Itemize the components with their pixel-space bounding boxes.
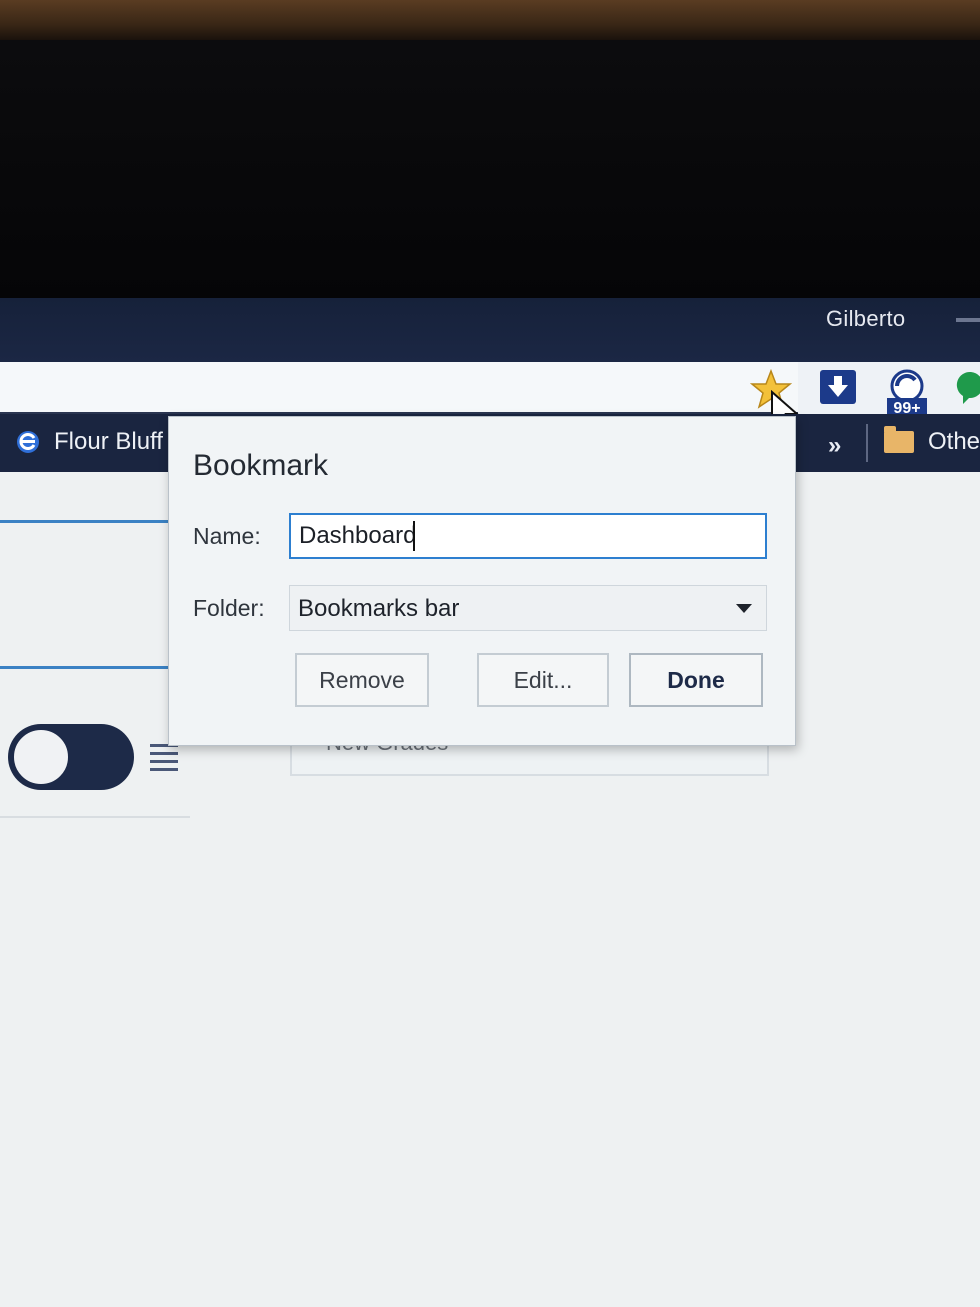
folder-select[interactable]: Bookmarks bar <box>289 585 767 631</box>
remove-button[interactable]: Remove <box>295 653 429 707</box>
toggle-knob <box>12 728 70 786</box>
done-button[interactable]: Done <box>629 653 763 707</box>
ie-icon <box>17 431 39 453</box>
bookmark-flour-bluff[interactable]: Flour Bluff <box>14 424 163 460</box>
edit-button[interactable]: Edit... <box>477 653 609 707</box>
bookmark-dialog: Bookmark Name: Folder: Bookmarks bar Rem… <box>168 416 796 746</box>
page-accent-line <box>0 520 172 523</box>
bookmarks-overflow-chevron[interactable]: » <box>828 432 841 460</box>
minimize-icon[interactable] <box>956 318 980 322</box>
title-bar: Gilberto <box>0 298 980 362</box>
folder-label: Folder: <box>193 595 265 621</box>
list-view-icon[interactable] <box>150 744 178 772</box>
folder-icon <box>884 426 914 453</box>
dialog-title: Bookmark <box>193 449 329 482</box>
name-label: Name: <box>193 523 261 549</box>
browser-window: Gilberto 99+ Flour Bluff » Othe Bookmark… <box>0 298 980 1307</box>
hangouts-icon[interactable] <box>956 370 980 404</box>
other-bookmarks-folder[interactable]: Othe <box>884 424 980 460</box>
bookmark-label: Flour Bluff <box>54 428 163 455</box>
folder-selected-value: Bookmarks bar <box>298 595 460 622</box>
chevron-down-icon <box>736 604 752 613</box>
desk-background <box>0 0 980 40</box>
page-accent-line <box>0 666 172 669</box>
page-divider <box>0 816 190 818</box>
monitor-bezel <box>0 40 980 298</box>
text-caret <box>413 521 415 551</box>
profile-name-button[interactable]: Gilberto <box>826 306 905 332</box>
bookmarks-separator <box>866 424 868 462</box>
bookmark-name-input[interactable] <box>289 513 767 559</box>
sync-icon[interactable]: 99+ <box>884 368 930 418</box>
other-bookmarks-label: Othe <box>928 428 980 455</box>
address-bar[interactable] <box>0 362 798 414</box>
view-toggle[interactable] <box>8 724 134 790</box>
download-icon[interactable] <box>820 370 856 404</box>
